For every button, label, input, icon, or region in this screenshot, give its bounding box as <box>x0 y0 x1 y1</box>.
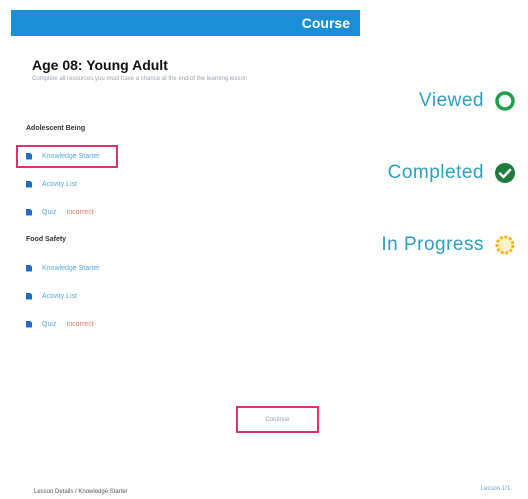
selected-item-highlight <box>16 145 118 168</box>
item-status: Incorrect <box>66 208 94 216</box>
document-icon <box>26 292 32 300</box>
legend-in-progress: In Progress <box>381 234 516 256</box>
lesson-item-label: Activity List <box>42 292 78 300</box>
item-status: Incorrect <box>66 320 94 328</box>
legend-viewed: Viewed <box>419 90 516 112</box>
lesson-item-label: Activity List <box>42 180 78 188</box>
legend-in-progress-label: In Progress <box>381 234 484 255</box>
in-progress-icon <box>494 234 516 256</box>
lesson-item-label: Quiz <box>42 208 57 216</box>
continue-button[interactable]: Continue <box>236 406 319 433</box>
page-title: Age 08: Young Adult <box>32 57 168 73</box>
page-subtitle: Complete all resources you must have a c… <box>32 76 248 82</box>
section-title: Adolescent Being <box>26 125 86 132</box>
circle-outline-icon <box>494 90 516 112</box>
document-icon <box>26 264 32 272</box>
document-icon <box>26 208 32 216</box>
page-number: Lesson 1/1 <box>480 486 510 492</box>
lesson-item[interactable]: Activity List <box>26 177 77 191</box>
lesson-item-label: Quiz <box>42 320 57 328</box>
check-circle-icon <box>494 162 516 184</box>
header-title: Course <box>301 15 350 31</box>
section-title: Food Safety <box>26 236 67 243</box>
document-icon <box>26 180 32 188</box>
lesson-item[interactable]: Knowledge Starter <box>26 261 100 275</box>
document-icon <box>26 320 32 328</box>
lesson-item[interactable]: Activity List <box>26 289 77 303</box>
course-header-bar: Course <box>11 10 360 36</box>
lesson-item[interactable]: Quiz Incorrect <box>26 205 94 219</box>
lesson-item[interactable]: Quiz Incorrect <box>26 317 94 331</box>
legend-completed-label: Completed <box>387 162 484 183</box>
lesson-item-label: Knowledge Starter <box>42 264 100 272</box>
legend-completed: Completed <box>388 162 516 184</box>
legend-viewed-label: Viewed <box>419 90 484 111</box>
breadcrumb: Lesson Details / Knowledge Starter <box>34 489 128 495</box>
